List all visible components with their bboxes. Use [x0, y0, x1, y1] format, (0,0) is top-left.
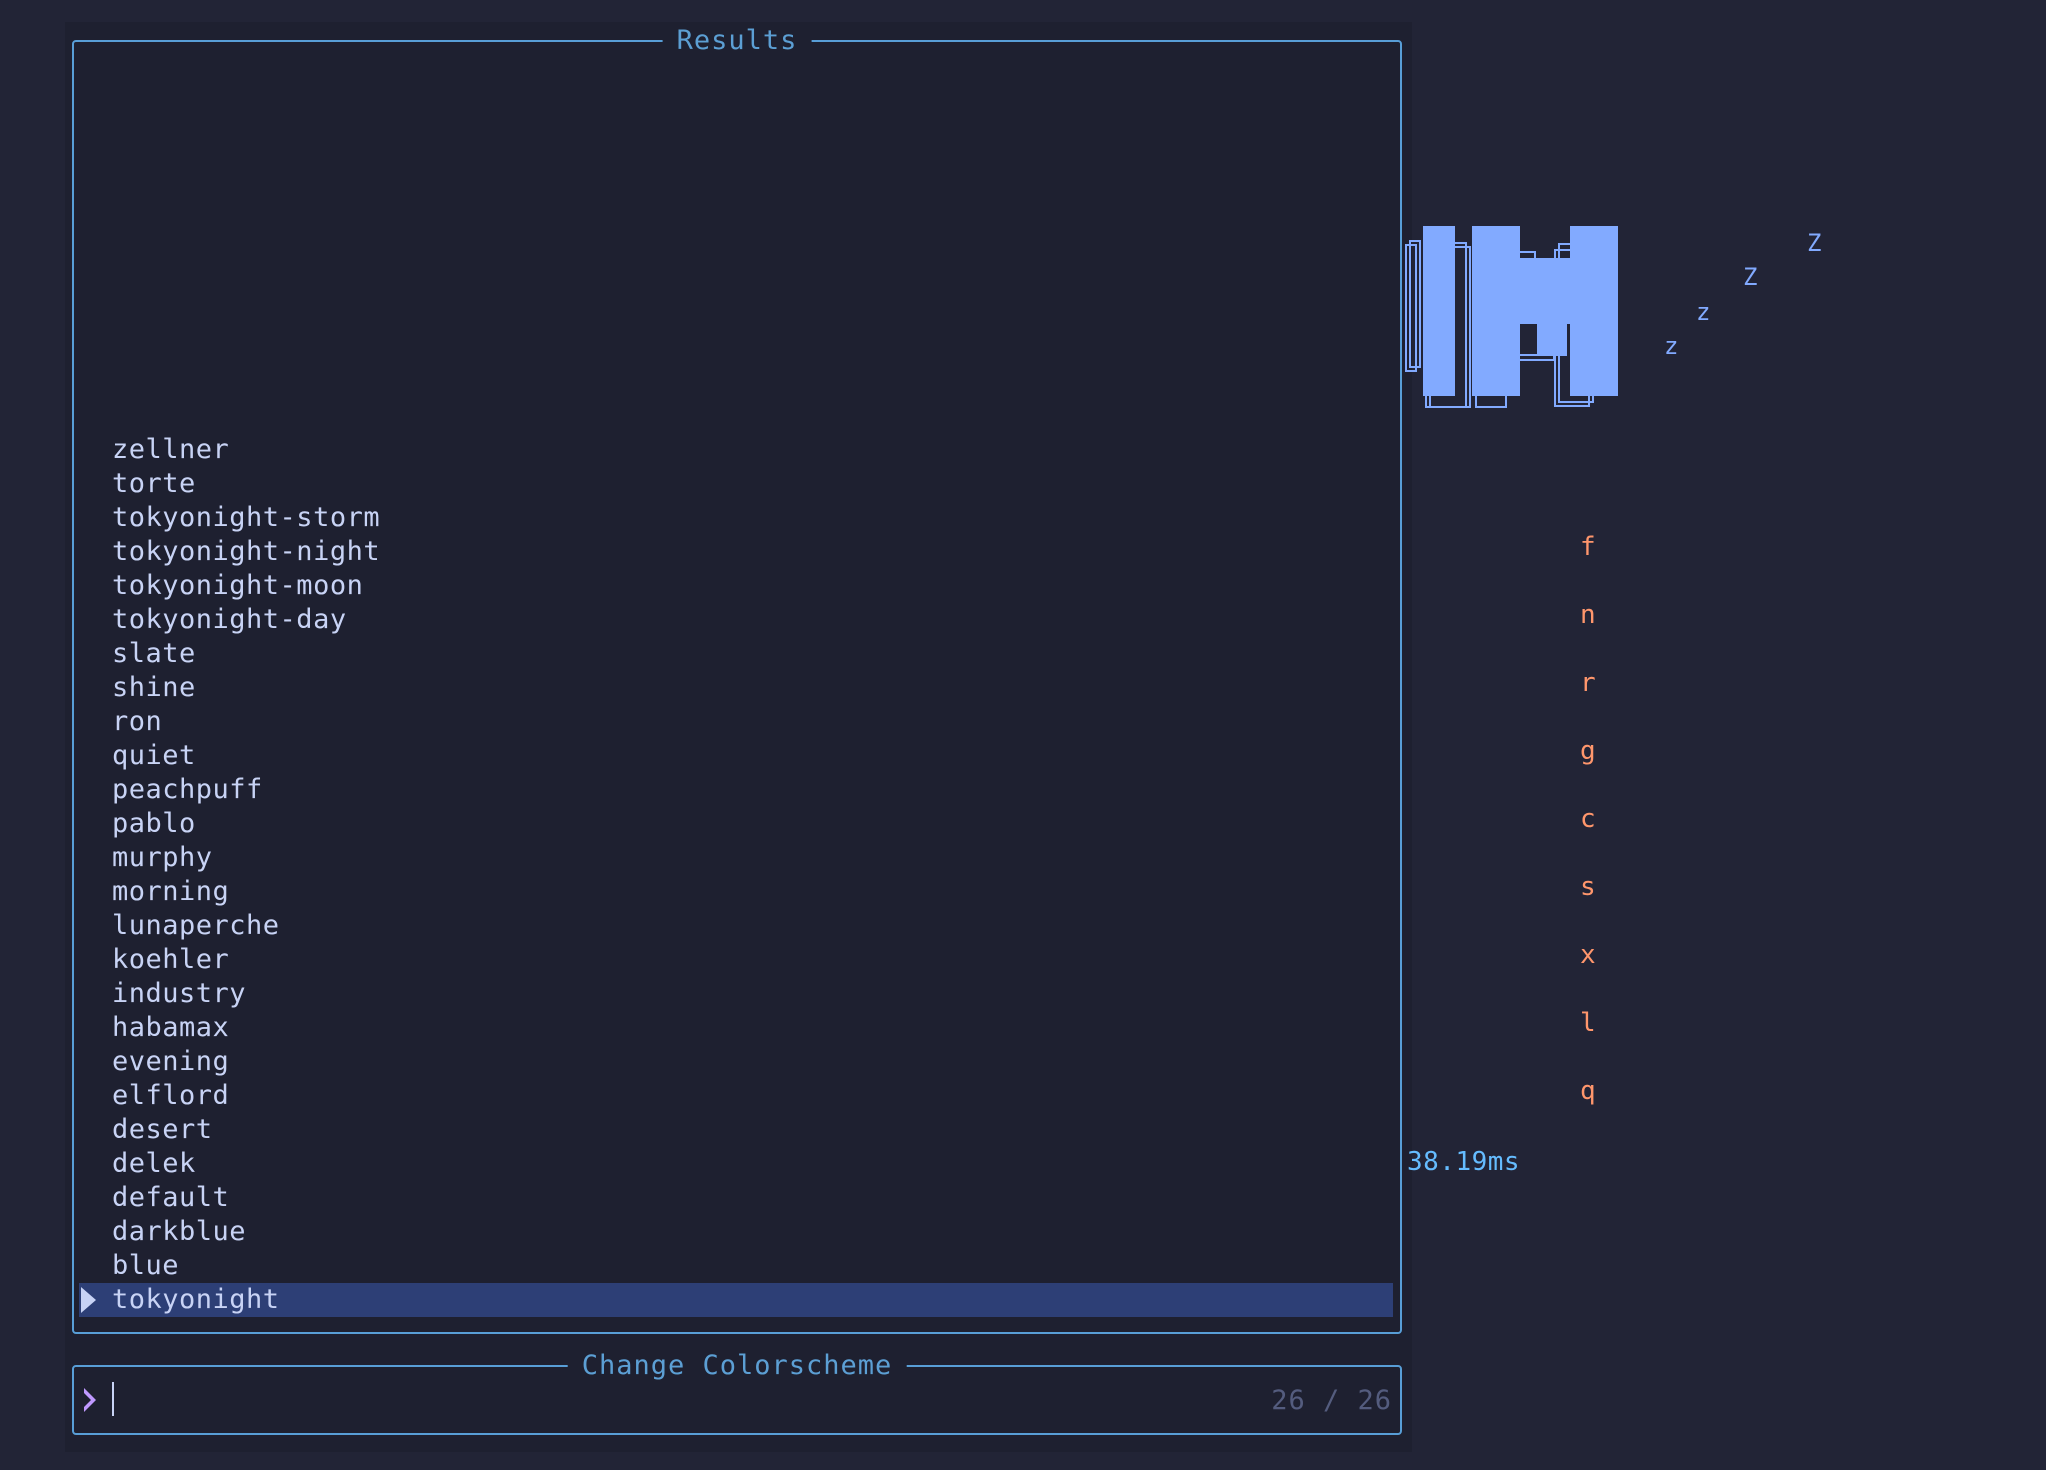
sleep-letter: z	[1696, 298, 1711, 326]
result-label: industry	[112, 978, 247, 1009]
result-label: ron	[112, 706, 163, 737]
result-label: elflord	[112, 1080, 230, 1111]
result-label: torte	[112, 468, 196, 499]
result-item[interactable]: default	[74, 1181, 1400, 1215]
result-item[interactable]: koehler	[74, 943, 1400, 977]
result-item[interactable]: shine	[74, 671, 1400, 705]
result-label: koehler	[112, 944, 230, 975]
prompt-input[interactable]	[110, 1379, 1260, 1419]
results-panel: Results zellner torte tokyonight-storm toky…	[72, 25, 1402, 1334]
result-label: evening	[112, 1046, 230, 1077]
result-item[interactable]: murphy	[74, 841, 1400, 875]
dashboard-key[interactable]: n	[1580, 598, 1596, 666]
result-label: peachpuff	[112, 774, 263, 805]
result-label: tokyonight-storm	[112, 502, 381, 533]
results-list: zellner torte tokyonight-storm tokyonight-n…	[74, 433, 1400, 1317]
result-item[interactable]: evening	[74, 1045, 1400, 1079]
result-label: tokyonight-moon	[112, 570, 364, 601]
result-item[interactable]: quiet	[74, 739, 1400, 773]
result-label: delek	[112, 1148, 196, 1179]
result-label: quiet	[112, 740, 196, 771]
result-label: darkblue	[112, 1216, 247, 1247]
nvim-screen: Results zellner torte tokyonight-storm toky…	[0, 0, 2046, 1470]
result-label: murphy	[112, 842, 213, 873]
result-label: slate	[112, 638, 196, 669]
dashboard-key[interactable]: c	[1580, 802, 1596, 870]
result-label: default	[112, 1182, 230, 1213]
result-label: tokyonight	[112, 1284, 280, 1315]
selection-caret-icon	[81, 1287, 96, 1313]
result-item[interactable]: darkblue	[74, 1215, 1400, 1249]
result-item[interactable]: delek	[74, 1147, 1400, 1181]
startup-time: 38.19ms	[1407, 1147, 1521, 1177]
result-item[interactable]: tokyonight-storm	[74, 501, 1400, 535]
result-label: morning	[112, 876, 230, 907]
result-item[interactable]: morning	[74, 875, 1400, 909]
neovim-sleeping-logo-icon	[1405, 226, 1618, 408]
result-item[interactable]: tokyonight-moon	[74, 569, 1400, 603]
result-item[interactable]: pablo	[74, 807, 1400, 841]
result-item[interactable]: elflord	[74, 1079, 1400, 1113]
dashboard-key[interactable]: x	[1580, 938, 1596, 1006]
result-label: tokyonight-night	[112, 536, 381, 567]
prompt-title: Change Colorscheme	[567, 1350, 907, 1382]
prompt-panel: Change Colorscheme 26 / 26	[72, 1350, 1402, 1435]
dashboard-key[interactable]: g	[1580, 734, 1596, 802]
results-counter: 26 / 26	[1271, 1385, 1392, 1416]
result-item[interactable]: tokyonight-day	[74, 603, 1400, 637]
result-item[interactable]: torte	[74, 467, 1400, 501]
result-label: shine	[112, 672, 196, 703]
result-item[interactable]: habamax	[74, 1011, 1400, 1045]
sleep-letter: z	[1664, 332, 1679, 360]
result-item[interactable]: zellner	[74, 433, 1400, 467]
result-item[interactable]: ron	[74, 705, 1400, 739]
result-item[interactable]: desert	[74, 1113, 1400, 1147]
result-item[interactable]: blue	[74, 1249, 1400, 1283]
prompt-chevron-icon	[84, 1388, 96, 1412]
result-label: lunaperche	[112, 910, 280, 941]
result-item[interactable]: tokyonight-night	[74, 535, 1400, 569]
result-label: tokyonight-day	[112, 604, 347, 635]
sleep-letter: Z	[1743, 263, 1758, 291]
result-label: blue	[112, 1250, 180, 1281]
result-item-selected[interactable]: tokyonight	[79, 1283, 1393, 1317]
dashboard-key[interactable]: f	[1580, 530, 1596, 598]
result-label: zellner	[112, 434, 230, 465]
result-label: pablo	[112, 808, 196, 839]
result-item[interactable]: lunaperche	[74, 909, 1400, 943]
sleep-letter: Z	[1807, 229, 1822, 257]
dashboard-key[interactable]: l	[1580, 1006, 1596, 1074]
dashboard-key[interactable]: q	[1580, 1074, 1596, 1142]
result-item[interactable]: industry	[74, 977, 1400, 1011]
dashboard-shortcut-keys: fnrgcsxlq	[1580, 530, 1596, 1142]
results-title: Results	[662, 25, 812, 57]
result-label: desert	[112, 1114, 213, 1145]
result-label: habamax	[112, 1012, 230, 1043]
text-cursor	[112, 1382, 114, 1416]
dashboard-key[interactable]: s	[1580, 870, 1596, 938]
dashboard-key[interactable]: r	[1580, 666, 1596, 734]
result-item[interactable]: peachpuff	[74, 773, 1400, 807]
result-item[interactable]: slate	[74, 637, 1400, 671]
